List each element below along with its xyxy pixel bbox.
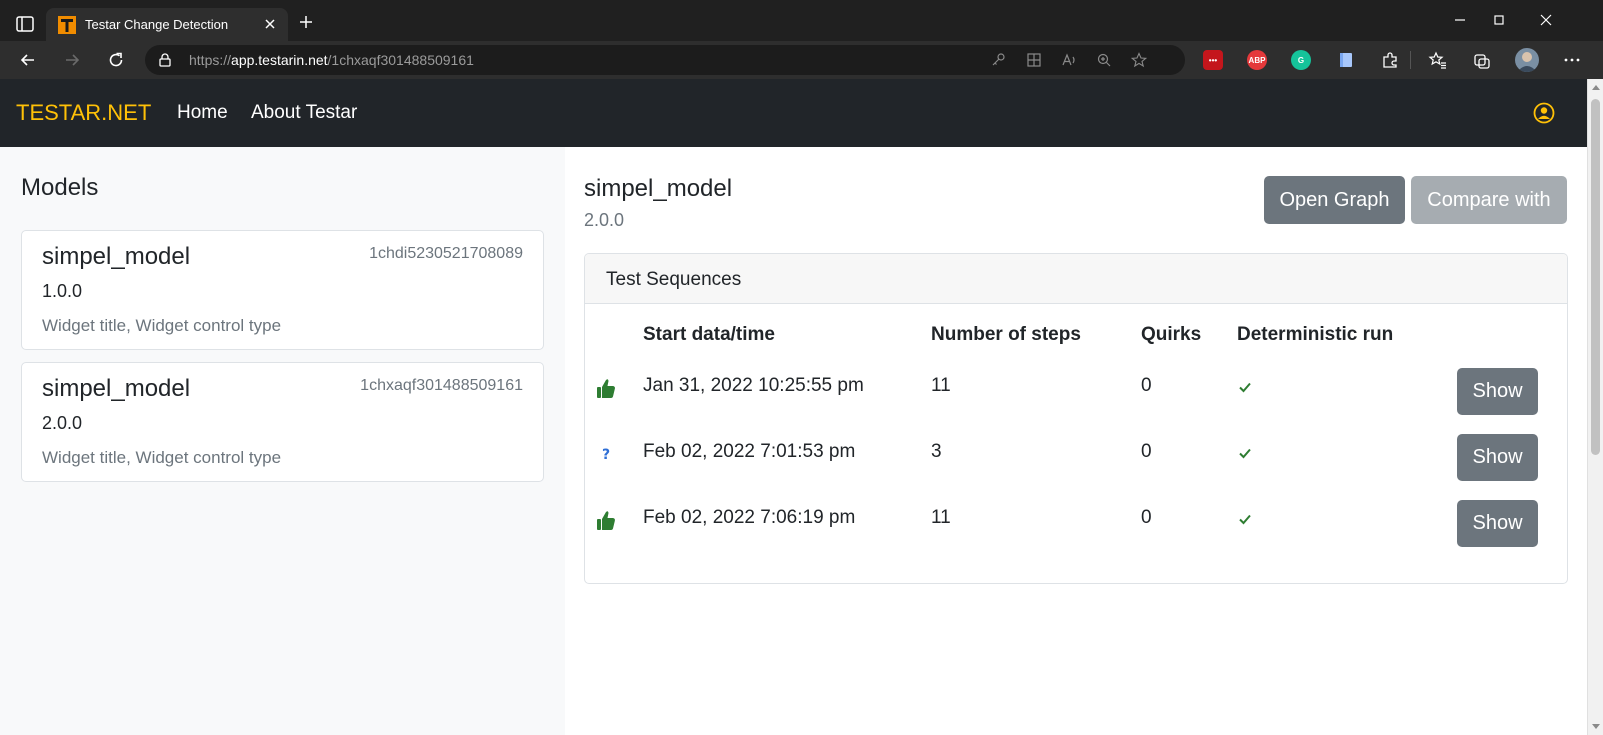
user-account-icon[interactable]	[1533, 102, 1555, 124]
model-card[interactable]: simpel_model 1chdi5230521708089 1.0.0 Wi…	[21, 230, 544, 350]
start-time-cell: Feb 02, 2022 7:06:19 pm	[643, 507, 856, 528]
collections-icon[interactable]	[1472, 50, 1492, 70]
browser-tab[interactable]: Testar Change Detection	[46, 8, 288, 41]
read-aloud-icon[interactable]	[1061, 52, 1077, 68]
svg-text:?: ?	[602, 447, 610, 463]
steps-cell: 11	[931, 507, 951, 528]
url-path: /1chxaqf301488509161	[327, 52, 474, 68]
page-scrollbar[interactable]	[1587, 79, 1603, 735]
nav-about-testar[interactable]: About Testar	[251, 102, 357, 124]
thumbs-up-icon	[597, 379, 615, 398]
model-attributes: Widget title, Widget control type	[42, 316, 282, 335]
close-window-icon[interactable]	[1538, 12, 1554, 28]
selected-model-version: 2.0.0	[584, 210, 625, 230]
minimize-icon[interactable]	[1452, 12, 1468, 28]
test-sequences-card: Test Sequences Start data/time Number of…	[584, 253, 1568, 584]
open-graph-button[interactable]: Open Graph	[1264, 176, 1405, 224]
scroll-up-arrow-icon[interactable]	[1592, 85, 1600, 90]
profile-photo-icon	[1517, 52, 1537, 72]
question-icon: ?	[602, 447, 610, 463]
url-text[interactable]: https://app.testarin.net/1chxaqf30148850…	[189, 52, 474, 68]
top-navbar: TESTAR.NET Home About Testar	[0, 79, 1587, 147]
app-available-icon[interactable]	[1026, 52, 1042, 68]
column-header-steps: Number of steps	[931, 324, 1081, 345]
start-time-cell: Feb 02, 2022 7:01:53 pm	[643, 441, 856, 462]
quirks-cell: 0	[1141, 375, 1152, 396]
back-icon[interactable]	[18, 50, 38, 70]
profile-avatar[interactable]	[1515, 48, 1539, 72]
test-sequences-heading: Test Sequences	[606, 269, 742, 290]
extension-red-icon[interactable]: •••	[1203, 50, 1223, 70]
scroll-down-arrow-icon[interactable]	[1592, 724, 1600, 729]
start-time-cell: Jan 31, 2022 10:25:55 pm	[643, 375, 864, 396]
grammarly-icon[interactable]: G	[1291, 50, 1311, 70]
model-attributes: Widget title, Widget control type	[42, 448, 282, 467]
models-heading: Models	[21, 174, 99, 201]
testar-favicon-icon	[58, 16, 76, 34]
show-button[interactable]: Show	[1457, 434, 1538, 481]
forward-icon[interactable]	[62, 50, 82, 70]
steps-cell: 3	[931, 441, 942, 462]
selected-model-title: simpel_model	[584, 175, 733, 202]
check-icon	[1239, 382, 1251, 393]
model-name: simpel_model	[42, 243, 191, 270]
quirks-cell: 0	[1141, 441, 1152, 462]
column-header-start: Start data/time	[643, 324, 775, 345]
scrollbar-thumb[interactable]	[1591, 99, 1600, 455]
show-button[interactable]: Show	[1457, 368, 1538, 415]
key-icon[interactable]	[990, 52, 1006, 68]
nav-home[interactable]: Home	[177, 102, 228, 124]
close-tab-icon[interactable]	[262, 16, 278, 32]
favorites-icon[interactable]	[1428, 50, 1448, 70]
address-bar[interactable]: https://app.testarin.net/1chxaqf30148850…	[145, 45, 1185, 75]
more-options-icon[interactable]	[1562, 50, 1582, 70]
extensions-puzzle-icon[interactable]	[1380, 50, 1400, 70]
extension-note-icon[interactable]	[1336, 50, 1356, 70]
check-icon	[1239, 448, 1251, 459]
toolbar-separator	[1410, 51, 1411, 69]
compare-with-button[interactable]: Compare with	[1411, 176, 1567, 224]
browser-toolbar: https://app.testarin.net/1chxaqf30148850…	[0, 41, 1603, 79]
model-card[interactable]: simpel_model 1chxaqf301488509161 2.0.0 W…	[21, 362, 544, 482]
steps-cell: 11	[931, 375, 951, 396]
favorite-star-icon[interactable]	[1131, 52, 1147, 68]
model-version: 2.0.0	[42, 413, 83, 433]
lock-icon[interactable]	[157, 52, 173, 68]
model-version: 1.0.0	[42, 281, 83, 301]
check-icon	[1239, 514, 1251, 525]
refresh-icon[interactable]	[106, 50, 126, 70]
url-prefix: https://	[189, 52, 232, 68]
thumbs-up-icon	[597, 511, 615, 530]
column-header-deterministic: Deterministic run	[1237, 324, 1394, 345]
column-header-quirks: Quirks	[1141, 324, 1202, 345]
model-id: 1chdi5230521708089	[369, 245, 523, 262]
maximize-icon[interactable]	[1491, 12, 1507, 28]
show-button[interactable]: Show	[1457, 500, 1538, 547]
test-sequences-header: Test Sequences	[585, 254, 1567, 304]
tab-title: Testar Change Detection	[85, 17, 229, 32]
model-id: 1chxaqf301488509161	[360, 377, 523, 394]
models-sidebar: Models simpel_model 1chdi5230521708089 1…	[0, 147, 565, 735]
zoom-icon[interactable]	[1096, 52, 1112, 68]
url-host: app.testarin.net	[231, 52, 328, 68]
web-page: TESTAR.NET Home About Testar Models simp…	[0, 79, 1587, 735]
adblock-plus-icon[interactable]: ABP	[1247, 50, 1267, 70]
tab-actions-icon[interactable]	[14, 13, 36, 35]
model-name: simpel_model	[42, 375, 191, 402]
new-tab-icon[interactable]	[298, 14, 314, 30]
brand-logo[interactable]: TESTAR.NET	[16, 100, 151, 126]
browser-tab-bar: Testar Change Detection	[0, 0, 1603, 41]
quirks-cell: 0	[1141, 507, 1152, 528]
